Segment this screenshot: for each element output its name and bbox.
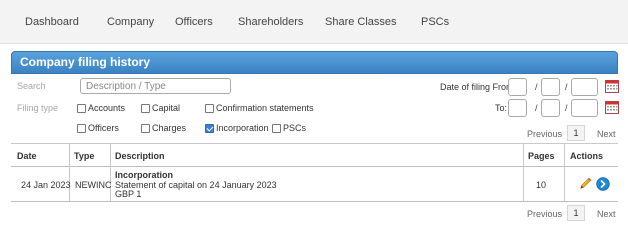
top-nav: Dashboard Company Officers Shareholders … (0, 0, 628, 44)
pencil-icon[interactable] (579, 177, 592, 190)
checkbox-box[interactable] (272, 123, 281, 133)
checkbox-box[interactable] (141, 103, 150, 113)
pagination-page-button[interactable]: 1 (567, 125, 585, 141)
date-to-label: To: (495, 103, 508, 113)
col-header-type: Type (74, 151, 95, 161)
nav-company[interactable]: Company (107, 0, 154, 44)
filter-officers-checkbox[interactable]: Officers (77, 122, 119, 134)
filter-confirmation-statements-checkbox[interactable]: Confirmation statements (205, 102, 314, 114)
checkbox-box[interactable] (77, 123, 86, 133)
calendar-icon[interactable] (605, 101, 619, 114)
pagination-page-button[interactable]: 1 (567, 205, 585, 221)
nav-shareholders[interactable]: Shareholders (238, 0, 303, 44)
filter-accounts-checkbox[interactable]: Accounts (77, 102, 125, 114)
pagination-next[interactable]: Next (597, 129, 616, 139)
date-from-month-input[interactable] (541, 78, 560, 96)
chevron-right-icon[interactable] (596, 177, 610, 191)
column-separator (110, 143, 111, 202)
table-top-border (11, 143, 618, 144)
checkbox-box[interactable] (141, 123, 150, 133)
col-header-date: Date (17, 151, 37, 161)
checkbox-label: Incorporation (216, 123, 269, 133)
checkbox-label: Accounts (88, 103, 126, 113)
nav-pscs[interactable]: PSCs (421, 0, 449, 44)
panel-title: Company filing history (20, 55, 151, 69)
date-separator: / (535, 103, 538, 113)
col-header-pages: Pages (528, 151, 555, 161)
date-separator: / (565, 82, 568, 92)
date-from-label: Date of filing From: (440, 82, 517, 92)
checkbox-label: PSCs (283, 123, 307, 133)
column-separator (69, 143, 70, 202)
column-separator (523, 143, 524, 202)
date-from-year-input[interactable] (571, 78, 598, 96)
checkbox-label: Charges (152, 123, 187, 133)
filter-charges-checkbox[interactable]: Charges (141, 122, 186, 134)
checkbox-label: Confirmation statements (216, 103, 314, 113)
search-label: Search (17, 81, 46, 91)
checkbox-box[interactable] (205, 103, 214, 113)
date-to-month-input[interactable] (541, 99, 560, 117)
nav-share-classes[interactable]: Share Classes (325, 0, 397, 44)
filter-incorporation-checkbox[interactable]: Incorporation (205, 122, 269, 134)
checkbox-label: Officers (88, 123, 119, 133)
date-from-day-input[interactable] (508, 78, 527, 96)
checkbox-label: Capital (152, 103, 181, 113)
filter-pscs-checkbox[interactable]: PSCs (272, 122, 306, 134)
filing-history-panel-header: Company filing history (11, 51, 618, 74)
cell-date: 24 Jan 2023 (21, 180, 71, 190)
col-header-actions: Actions (570, 151, 604, 161)
col-header-description: Description (115, 151, 165, 161)
date-to-day-input[interactable] (508, 99, 527, 117)
cell-pages: 10 (536, 180, 547, 190)
filter-capital-checkbox[interactable]: Capital (141, 102, 180, 114)
column-separator (564, 143, 565, 202)
calendar-icon[interactable] (605, 80, 619, 93)
checkbox-box[interactable] (77, 103, 86, 113)
table-bottom-border (11, 201, 618, 202)
cell-description-line: GBP 1 (115, 189, 142, 199)
search-input[interactable] (80, 78, 231, 94)
date-to-year-input[interactable] (571, 99, 598, 117)
filing-type-label: Filing type (17, 103, 59, 113)
pagination-previous[interactable]: Previous (527, 209, 562, 219)
cell-description-title: Incorporation (115, 170, 173, 180)
date-separator: / (565, 103, 568, 113)
pagination-previous[interactable]: Previous (527, 129, 562, 139)
nav-officers[interactable]: Officers (175, 0, 213, 44)
table-header-border (11, 166, 618, 167)
checkbox-box[interactable] (205, 123, 214, 133)
nav-dashboard[interactable]: Dashboard (25, 0, 79, 44)
cell-type: NEWINC (75, 180, 112, 190)
pagination-next[interactable]: Next (597, 209, 616, 219)
date-separator: / (535, 82, 538, 92)
